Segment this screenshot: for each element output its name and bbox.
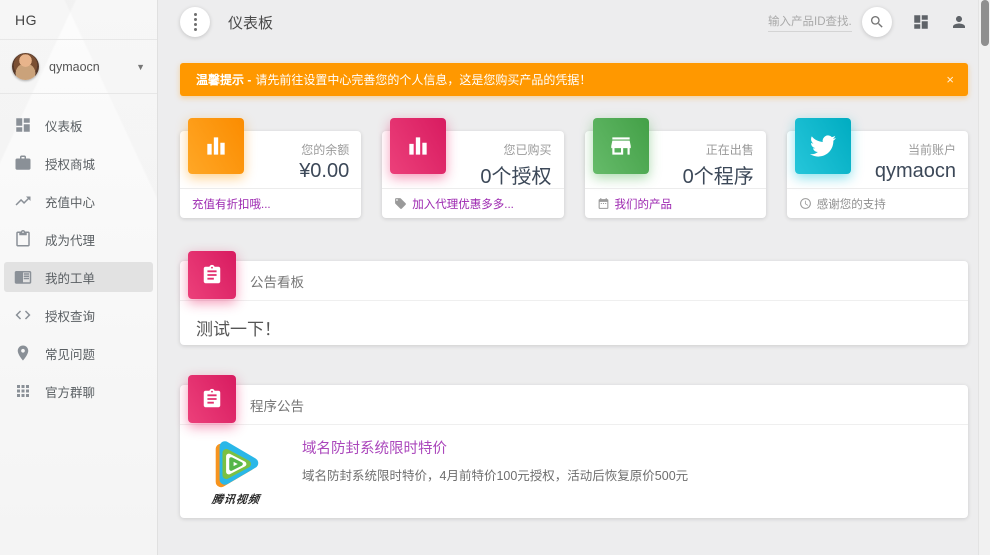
sidebar-item-faq[interactable]: 常见问题	[4, 338, 153, 368]
kebab-icon	[194, 13, 197, 31]
dashboard-grid-button[interactable]	[912, 13, 930, 31]
user-name: qymaocn	[49, 60, 136, 74]
search-button[interactable]	[862, 7, 892, 37]
brand-logo: HG	[0, 0, 157, 40]
sidebar-item-label: 成为代理	[45, 230, 95, 249]
sidebar-item-recharge-center[interactable]: 充值中心	[4, 186, 153, 216]
search-input[interactable]	[768, 13, 852, 32]
recharge-discount-link[interactable]: 充值有折扣哦...	[192, 196, 271, 212]
alert-banner: 温馨提示 - 请先前往设置中心完善您的个人信息，这是您购买产品的凭据！ ×	[180, 63, 968, 96]
search-icon	[869, 14, 885, 30]
sidebar-item-become-agent[interactable]: 成为代理	[4, 224, 153, 254]
code-icon	[14, 306, 32, 324]
scrollbar-thumb[interactable]	[981, 0, 989, 46]
sidebar-item-label: 充值中心	[45, 192, 95, 211]
alert-prefix: 温馨提示 -	[196, 71, 251, 88]
store-icon	[593, 118, 649, 174]
stat-card-balance: 您的余额 ¥0.00 充值有折扣哦...	[180, 131, 361, 218]
our-products-link[interactable]: 我们的产品	[615, 196, 673, 212]
sidebar-item-my-tickets[interactable]: 我的工单	[4, 262, 153, 292]
thanks-text: 感谢您的支持	[817, 196, 886, 212]
sidebar-item-dashboard[interactable]: 仪表板	[4, 110, 153, 140]
logo-caption: 腾讯视频	[203, 491, 269, 507]
person-icon	[950, 13, 968, 31]
clock-icon	[799, 197, 812, 210]
ticket-list-icon	[14, 268, 32, 286]
topbar: 仪表板	[180, 0, 968, 44]
main-content: 仪表板 温馨提示 - 请先前往设置中心完善您的个人信息，这是您购买产品的凭据！ …	[158, 0, 978, 555]
tencent-video-logo: 腾讯视频	[204, 435, 268, 507]
apps-grid-icon	[14, 382, 32, 400]
briefcase-icon	[14, 154, 32, 172]
trending-up-icon	[14, 192, 32, 210]
sidebar-item-label: 授权查询	[45, 306, 95, 325]
sidebar-item-auth-store[interactable]: 授权商城	[4, 148, 153, 178]
scrollbar-track[interactable]	[978, 0, 990, 555]
sidebar-nav: 仪表板 授权商城 充值中心 成为代理 我的工单	[0, 94, 157, 406]
tag-icon	[394, 197, 407, 210]
sidebar-item-label: 仪表板	[45, 116, 83, 135]
avatar	[12, 53, 39, 80]
sidebar: HG qymaocn ▼ 仪表板 授权商城 充值中心	[0, 0, 158, 555]
stat-card-selling: 正在出售 0个程序 我们的产品	[585, 131, 766, 218]
announcement-board-card: 公告看板 测试一下！	[180, 261, 968, 345]
stat-card-purchased: 您已购买 0个授权 加入代理优惠多多...	[382, 131, 563, 218]
twitter-icon	[795, 118, 851, 174]
program-title: 程序公告	[250, 395, 304, 415]
agent-offer-link[interactable]: 加入代理优惠多多...	[412, 196, 514, 212]
chevron-down-icon: ▼	[136, 62, 145, 72]
page-title: 仪表板	[228, 12, 273, 33]
board-title: 公告看板	[250, 271, 304, 291]
dashboard-icon	[14, 116, 32, 134]
board-content: 测试一下！	[180, 301, 968, 354]
bar-chart-icon	[390, 118, 446, 174]
clipboard-icon	[188, 251, 236, 299]
map-pin-icon	[14, 344, 32, 362]
sidebar-item-auth-query[interactable]: 授权查询	[4, 300, 153, 330]
program-announcement-card: 程序公告 腾讯视频	[180, 385, 968, 518]
dashboard-grid-icon	[912, 13, 930, 31]
account-button[interactable]	[950, 13, 968, 31]
announcement-title-link[interactable]: 域名防封系统限时特价	[302, 437, 447, 458]
user-menu[interactable]: qymaocn ▼	[0, 40, 157, 94]
calendar-icon	[597, 197, 610, 210]
stat-card-account: 当前账户 qymaocn 感谢您的支持	[787, 131, 968, 218]
alert-close-button[interactable]: ×	[946, 73, 954, 86]
bar-chart-icon	[188, 118, 244, 174]
clipboard-icon	[188, 375, 236, 423]
sidebar-item-label: 官方群聊	[45, 382, 95, 401]
clipboard-icon	[14, 230, 32, 248]
sidebar-item-label: 我的工单	[45, 268, 95, 287]
app-window: HG qymaocn ▼ 仪表板 授权商城 充值中心	[0, 0, 990, 555]
announcement-description: 域名防封系统限时特价，4月前特价100元授权，活动后恢复原价500元	[302, 465, 688, 484]
alert-text: 请先前往设置中心完善您的个人信息，这是您购买产品的凭据！	[255, 71, 591, 88]
sidebar-toggle-button[interactable]	[180, 7, 210, 37]
sidebar-item-label: 常见问题	[45, 344, 95, 363]
sidebar-item-label: 授权商城	[45, 154, 95, 173]
sidebar-item-official-group[interactable]: 官方群聊	[4, 376, 153, 406]
stats-row: 您的余额 ¥0.00 充值有折扣哦... 您已购买 0个授权 加入代理优惠多多.…	[180, 131, 968, 218]
announcement-item: 腾讯视频 域名防封系统限时特价 域名防封系统限时特价，4月前特价100元授权，活…	[180, 425, 968, 507]
